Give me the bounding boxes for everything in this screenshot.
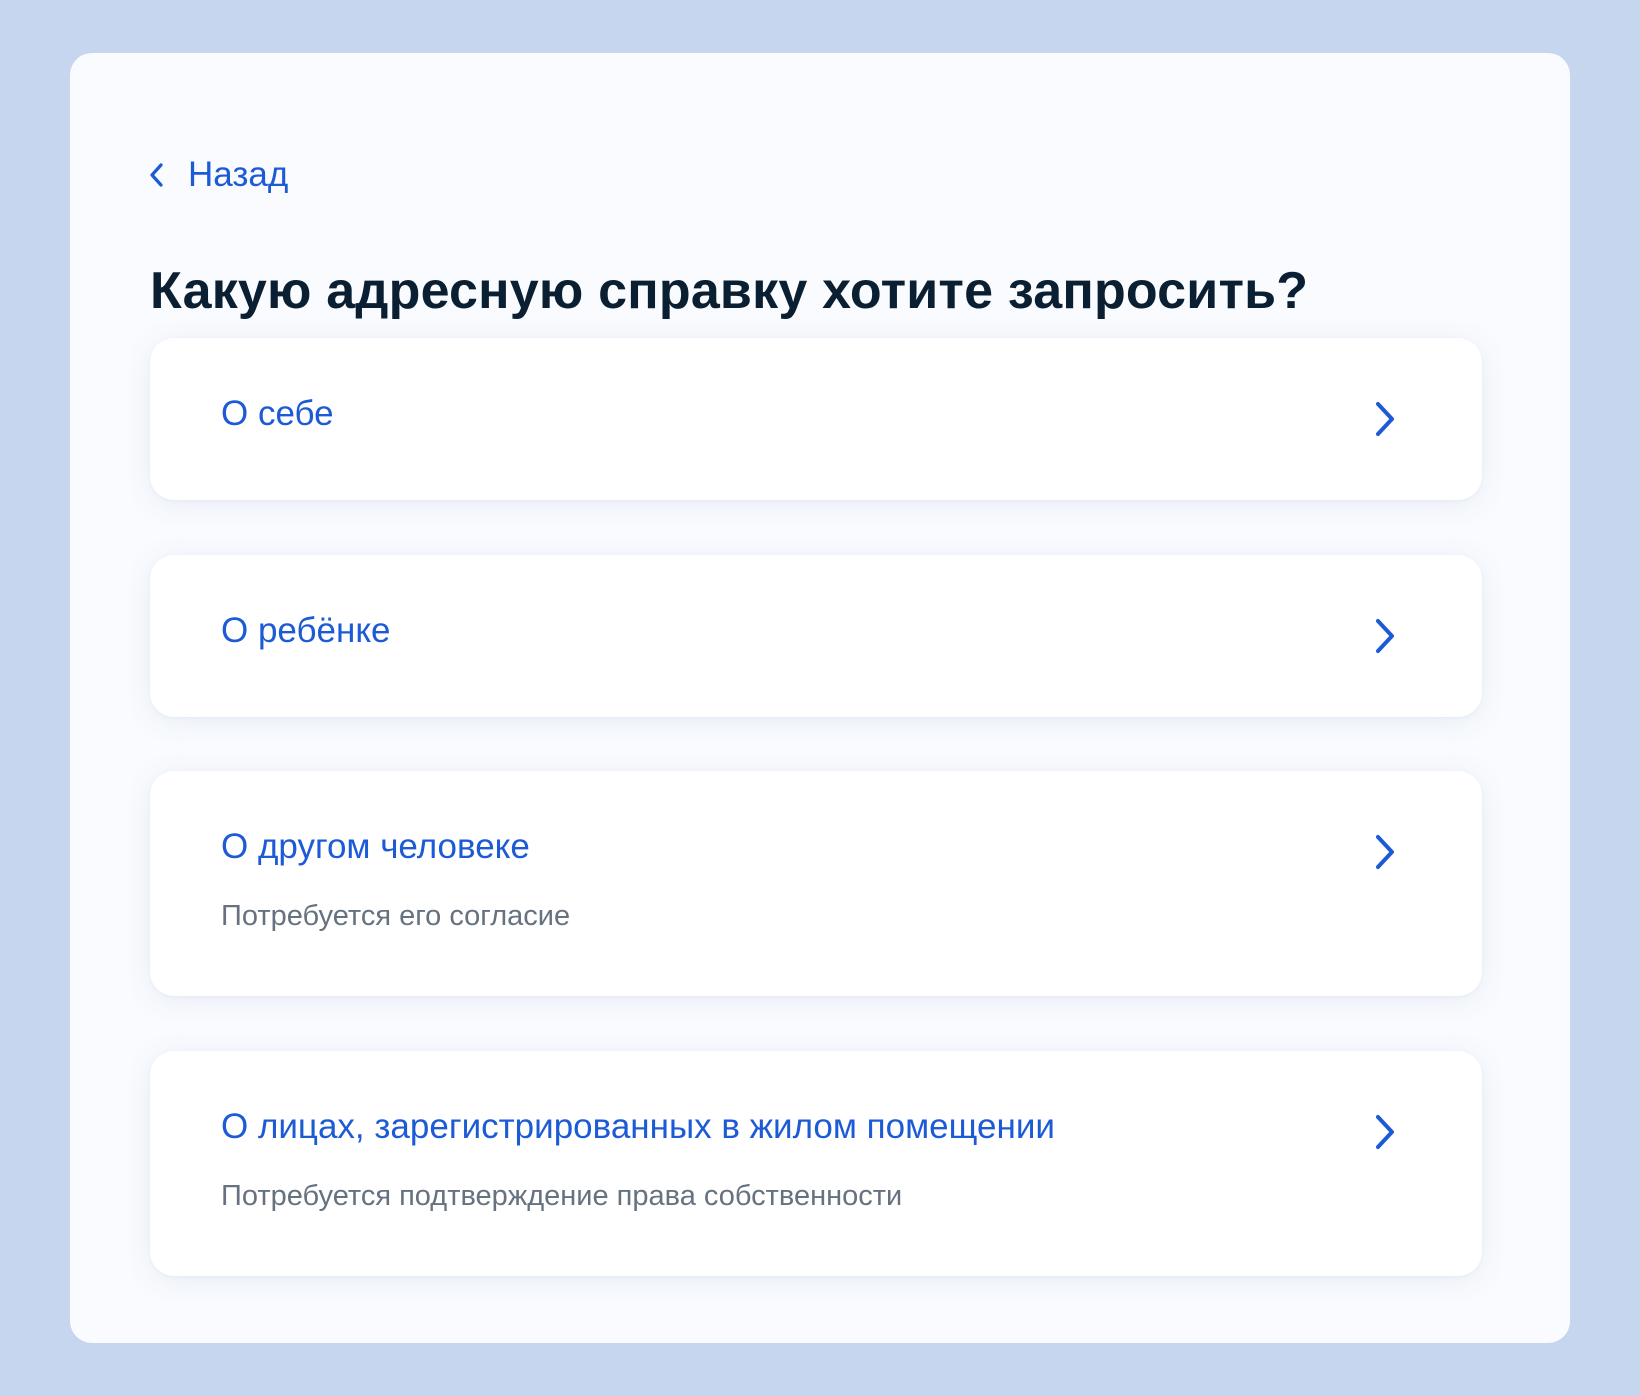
option-hint: Потребуется его согласие — [221, 900, 571, 932]
chevron-right-icon — [1376, 619, 1394, 653]
chevron-right-icon — [1376, 1115, 1394, 1149]
option-about-other-person[interactable]: О другом человеке Потребуется его соглас… — [150, 771, 1482, 996]
chevron-right-icon — [1376, 402, 1394, 436]
page-title: Какую адресную справку хотите запросить? — [150, 262, 1309, 320]
option-label: О другом человеке — [221, 827, 530, 866]
back-label: Назад — [188, 155, 289, 194]
service-card: Назад Какую адресную справку хотите запр… — [70, 53, 1570, 1343]
option-about-self[interactable]: О себе — [150, 338, 1482, 500]
chevron-right-icon — [1376, 835, 1394, 869]
back-link[interactable]: Назад — [148, 155, 288, 195]
option-about-registered-persons[interactable]: О лицах, зарегистрированных в жилом поме… — [150, 1051, 1482, 1276]
option-label: О ребёнке — [221, 611, 391, 650]
option-hint: Потребуется подтверждение права собствен… — [221, 1180, 903, 1212]
option-about-child[interactable]: О ребёнке — [150, 555, 1482, 717]
option-label: О лицах, зарегистрированных в жилом поме… — [221, 1107, 1055, 1146]
option-label: О себе — [221, 394, 334, 433]
chevron-left-icon — [150, 163, 163, 187]
